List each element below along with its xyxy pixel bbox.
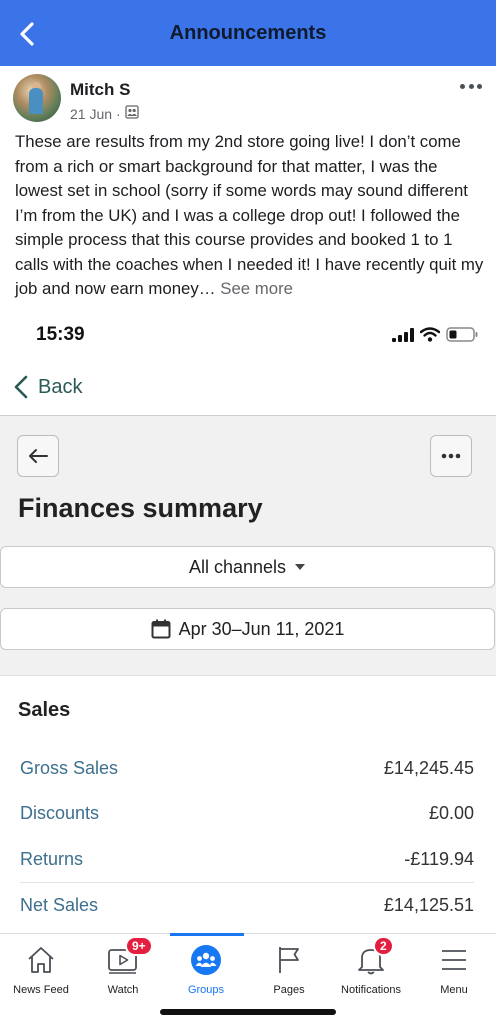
menu-icon xyxy=(436,942,472,978)
date-range-label: Apr 30–Jun 11, 2021 xyxy=(178,618,345,639)
post-text: These are results from my 2nd store goin… xyxy=(15,132,484,298)
nav-pages[interactable]: Pages xyxy=(248,942,330,1002)
group-audience-icon xyxy=(125,105,139,122)
sales-row-value: -£119.94 xyxy=(404,848,474,869)
sales-row-label[interactable]: Net Sales xyxy=(20,895,98,916)
sales-row-label[interactable]: Discounts xyxy=(20,803,99,824)
date-range-selector[interactable]: Apr 30–Jun 11, 2021 xyxy=(0,608,495,650)
active-tab-indicator xyxy=(170,933,244,936)
sales-row-value: £0.00 xyxy=(428,802,474,823)
sales-row[interactable]: Returns -£119.94 xyxy=(20,846,474,872)
finances-title: Finances summary xyxy=(18,493,263,523)
bell-icon: 2 xyxy=(353,936,394,978)
status-icons xyxy=(392,327,478,342)
bottom-nav: News Feed 9+ Watch Groups Pages 2 Notifi… xyxy=(0,933,496,1024)
nav-label: Notifications xyxy=(341,984,401,996)
battery-icon xyxy=(446,327,478,342)
nav-watch[interactable]: 9+ Watch xyxy=(82,936,164,1002)
post-date[interactable]: 21 Jun xyxy=(70,106,112,122)
sales-row[interactable]: Gross Sales £14,245.45 xyxy=(20,755,474,781)
page-title: Announcements xyxy=(169,22,327,44)
nav-label: Pages xyxy=(273,984,305,996)
sales-row-value: £14,125.51 xyxy=(383,894,474,915)
nav-label: Watch xyxy=(107,984,139,996)
status-time: 15:39 xyxy=(36,324,85,345)
arrow-left-button[interactable] xyxy=(17,435,59,477)
signal-icon xyxy=(392,327,414,342)
sales-row-label[interactable]: Returns xyxy=(20,849,83,870)
top-bar: Announcements xyxy=(0,0,496,66)
caret-down-icon xyxy=(295,564,306,570)
wifi-icon xyxy=(420,327,440,342)
groups-icon xyxy=(188,942,224,978)
back-button[interactable]: Back xyxy=(14,375,82,399)
home-indicator xyxy=(160,1009,336,1015)
sales-title: Sales xyxy=(18,699,71,721)
nav-label: Groups xyxy=(187,984,225,996)
row-divider xyxy=(20,882,474,883)
meta-separator: · xyxy=(116,105,121,122)
nav-label: Menu xyxy=(440,984,468,996)
sales-row[interactable]: Discounts £0.00 xyxy=(20,800,474,826)
more-horizontal-icon xyxy=(441,453,461,459)
home-icon xyxy=(23,942,59,978)
chevron-left-icon xyxy=(14,375,28,399)
video-icon: 9+ xyxy=(105,936,153,978)
sales-row-value: £14,245.45 xyxy=(383,757,474,778)
nav-news-feed[interactable]: News Feed xyxy=(0,942,82,1002)
more-options-button[interactable] xyxy=(430,435,472,477)
author-name[interactable]: Mitch S xyxy=(70,80,130,100)
nav-groups[interactable]: Groups xyxy=(165,942,247,1002)
attached-screenshot[interactable]: 15:39 Back Finances summary All channels… xyxy=(0,305,496,933)
sales-card: Sales Gross Sales £14,245.45 Discounts £… xyxy=(0,675,496,933)
see-more-link[interactable]: See more xyxy=(220,279,293,298)
flag-icon xyxy=(271,942,307,978)
nav-notifications[interactable]: 2 Notifications xyxy=(330,936,412,1002)
channel-selector-label: All channels xyxy=(188,556,287,577)
more-horizontal-icon[interactable] xyxy=(460,80,482,92)
sales-row[interactable]: Net Sales £14,125.51 xyxy=(20,892,474,918)
watch-badge: 9+ xyxy=(125,936,153,956)
nav-menu[interactable]: Menu xyxy=(413,942,495,1002)
post-meta: 21 Jun · xyxy=(70,105,139,122)
calendar-icon xyxy=(151,619,171,639)
sales-row-label[interactable]: Gross Sales xyxy=(20,758,118,779)
avatar[interactable] xyxy=(13,74,61,122)
notifications-badge: 2 xyxy=(373,936,394,956)
nav-label: News Feed xyxy=(13,984,69,996)
channel-selector[interactable]: All channels xyxy=(0,546,495,588)
post-body: These are results from my 2nd store goin… xyxy=(15,130,485,302)
back-label: Back xyxy=(38,375,83,398)
arrow-left-icon xyxy=(29,449,48,463)
